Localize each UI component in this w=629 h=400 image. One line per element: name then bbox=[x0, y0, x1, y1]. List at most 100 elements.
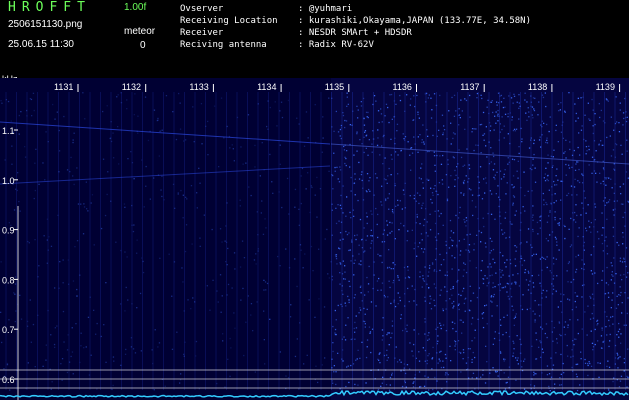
noise-speck bbox=[573, 149, 575, 152]
noise-speck bbox=[390, 337, 392, 339]
y-tick-label: 0.8 bbox=[2, 275, 15, 285]
noise-speck bbox=[374, 173, 377, 175]
noise-speck bbox=[574, 178, 576, 180]
noise-speck bbox=[229, 147, 231, 149]
noise-speck bbox=[353, 327, 355, 330]
noise-speck bbox=[471, 128, 474, 130]
noise-speck bbox=[496, 370, 498, 373]
noise-speck bbox=[575, 163, 577, 165]
noise-speck bbox=[344, 302, 346, 304]
noise-speck bbox=[164, 385, 166, 387]
noise-speck bbox=[459, 319, 461, 321]
noise-speck bbox=[124, 310, 126, 312]
noise-speck bbox=[11, 145, 13, 147]
noise-speck bbox=[454, 322, 456, 325]
noise-speck bbox=[569, 319, 571, 321]
noise-speck bbox=[413, 329, 415, 331]
noise-speck bbox=[599, 362, 601, 364]
noise-speck bbox=[418, 177, 420, 179]
noise-speck bbox=[43, 235, 45, 237]
noise-speck bbox=[532, 97, 535, 99]
noise-speck bbox=[52, 103, 54, 106]
noise-speck bbox=[217, 301, 219, 303]
noise-speck bbox=[570, 217, 572, 220]
noise-speck bbox=[58, 150, 61, 152]
noise-speck bbox=[263, 339, 265, 341]
noise-speck bbox=[345, 157, 347, 160]
noise-speck bbox=[199, 182, 201, 184]
noise-speck bbox=[361, 171, 363, 173]
noise-speck bbox=[424, 296, 426, 298]
noise-speck bbox=[377, 388, 380, 391]
noise-speck bbox=[444, 374, 447, 376]
noise-speck bbox=[106, 105, 108, 107]
noise-speck bbox=[567, 298, 569, 300]
noise-speck bbox=[468, 251, 471, 253]
noise-speck bbox=[255, 253, 257, 255]
noise-speck bbox=[349, 211, 351, 214]
noise-speck bbox=[335, 319, 337, 321]
noise-speck bbox=[105, 361, 107, 363]
noise-speck bbox=[475, 267, 477, 269]
noise-speck bbox=[279, 265, 281, 267]
noise-speck bbox=[388, 266, 391, 269]
noise-speck bbox=[559, 218, 561, 220]
info-observer-key: Ovserver bbox=[180, 4, 224, 14]
noise-speck bbox=[419, 276, 421, 278]
noise-speck bbox=[392, 212, 394, 214]
info-receiver-key: Receiver bbox=[180, 28, 224, 38]
noise-speck bbox=[597, 323, 599, 325]
noise-speck bbox=[522, 294, 524, 296]
spectrogram: 1131113211331134113511361137113811391140… bbox=[0, 78, 629, 400]
noise-speck bbox=[557, 179, 559, 181]
noise-speck bbox=[567, 355, 569, 357]
noise-speck bbox=[360, 285, 362, 287]
noise-speck bbox=[602, 180, 604, 182]
noise-speck bbox=[492, 367, 494, 369]
noise-speck bbox=[335, 222, 338, 225]
noise-speck bbox=[573, 186, 576, 188]
noise-speck bbox=[554, 211, 556, 213]
noise-speck bbox=[613, 129, 615, 131]
noise-speck bbox=[332, 350, 334, 353]
noise-speck bbox=[527, 107, 529, 109]
noise-speck bbox=[433, 269, 436, 271]
noise-speck bbox=[574, 292, 576, 294]
noise-speck bbox=[489, 130, 491, 132]
noise-speck bbox=[620, 144, 622, 146]
noise-speck bbox=[504, 211, 507, 214]
noise-speck bbox=[157, 117, 159, 120]
noise-speck bbox=[388, 249, 390, 251]
noise-speck bbox=[585, 227, 587, 229]
noise-speck bbox=[133, 114, 135, 116]
noise-speck bbox=[177, 192, 179, 194]
noise-speck bbox=[465, 99, 468, 102]
noise-speck bbox=[535, 339, 538, 341]
noise-speck bbox=[342, 238, 344, 240]
noise-speck bbox=[463, 302, 465, 305]
noise-speck bbox=[412, 355, 414, 357]
noise-speck bbox=[504, 106, 506, 108]
noise-speck bbox=[259, 175, 261, 177]
noise-speck bbox=[526, 241, 528, 243]
noise-speck bbox=[371, 213, 373, 215]
noise-speck bbox=[28, 242, 30, 244]
noise-speck bbox=[199, 237, 201, 239]
noise-speck bbox=[450, 230, 452, 232]
noise-speck bbox=[619, 356, 621, 358]
noise-speck bbox=[124, 353, 127, 355]
noise-speck bbox=[577, 146, 579, 149]
noise-speck bbox=[391, 372, 393, 374]
noise-speck bbox=[560, 180, 562, 182]
noise-speck bbox=[473, 243, 475, 245]
noise-speck bbox=[546, 137, 548, 139]
noise-speck bbox=[460, 192, 462, 194]
noise-speck bbox=[542, 351, 544, 354]
noise-speck bbox=[575, 120, 577, 122]
noise-speck bbox=[491, 193, 493, 195]
noise-speck bbox=[400, 361, 402, 363]
noise-speck bbox=[500, 276, 502, 278]
noise-speck bbox=[14, 276, 17, 278]
noise-speck bbox=[556, 241, 558, 243]
noise-speck bbox=[397, 275, 399, 277]
